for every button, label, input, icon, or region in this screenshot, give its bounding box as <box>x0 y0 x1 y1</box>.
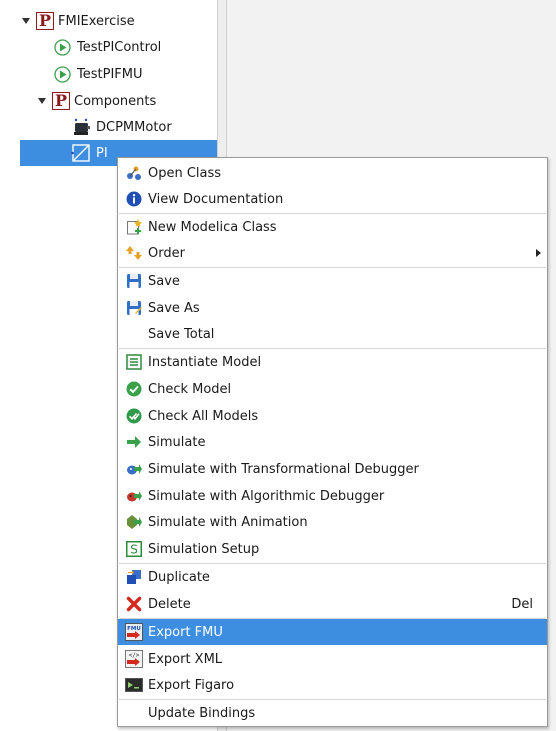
menu-item-instantiate-model[interactable]: Instantiate Model <box>118 349 547 375</box>
export-figaro-icon <box>125 676 143 694</box>
instantiate-icon <box>125 353 143 371</box>
menu-item-export-fmu[interactable]: FMU Export FMU <box>118 619 547 645</box>
menu-item-export-xml[interactable]: </> Export XML <box>118 646 547 672</box>
tree-item-components[interactable]: P Components <box>38 88 156 114</box>
export-fmu-icon: FMU <box>125 623 143 641</box>
model-play-icon <box>54 38 71 56</box>
order-icon <box>125 244 143 262</box>
open-class-icon <box>125 164 143 182</box>
menu-item-order[interactable]: Order <box>118 240 547 266</box>
transformational-debugger-icon <box>125 460 143 478</box>
menu-item-duplicate[interactable]: Duplicate <box>118 564 547 590</box>
menu-item-simulate[interactable]: Simulate <box>118 429 547 455</box>
menu-item-export-figaro[interactable]: Export Figaro <box>118 672 547 698</box>
menu-item-view-documentation[interactable]: View Documentation <box>118 186 547 212</box>
tree-item-testpifmu[interactable]: TestPIFMU <box>54 61 142 87</box>
menu-item-simulate-with-animation[interactable]: Simulate with Animation <box>118 509 547 535</box>
svg-text:</>: </> <box>129 652 140 659</box>
algorithmic-debugger-icon <box>125 487 143 505</box>
expand-arrow-icon[interactable] <box>38 98 46 104</box>
delete-x-icon <box>125 595 143 613</box>
motor-icon <box>74 118 90 135</box>
block-icon <box>71 144 90 162</box>
menu-item-save-total[interactable]: Save Total <box>118 321 547 347</box>
menu-item-delete[interactable]: Delete Del <box>118 591 547 617</box>
animation-icon <box>125 513 143 531</box>
menu-item-check-all-models[interactable]: Check All Models <box>118 403 547 429</box>
submenu-arrow-icon <box>536 249 541 257</box>
svg-text:S: S <box>130 543 138 557</box>
menu-item-check-model[interactable]: Check Model <box>118 376 547 402</box>
export-xml-icon: </> <box>125 650 143 668</box>
check-all-icon <box>125 407 143 425</box>
save-icon <box>125 272 143 290</box>
simulate-arrow-icon <box>125 433 143 451</box>
model-play-icon <box>54 65 71 83</box>
save-as-icon <box>125 299 143 317</box>
menu-item-simulate-algorithmic-debugger[interactable]: Simulate with Algorithmic Debugger <box>118 483 547 509</box>
simulation-setup-icon: S <box>125 540 143 558</box>
menu-item-update-bindings[interactable]: Update Bindings <box>118 700 547 726</box>
package-icon: P <box>36 12 54 30</box>
info-icon <box>125 190 143 208</box>
menu-item-open-class[interactable]: Open Class <box>118 160 547 186</box>
shortcut-label: Del <box>511 596 533 612</box>
menu-item-save-as[interactable]: Save As <box>118 295 547 321</box>
context-menu: Open Class View Documentation New Modeli… <box>117 157 548 727</box>
menu-item-new-modelica-class[interactable]: New Modelica Class <box>118 214 547 240</box>
package-icon: P <box>52 92 70 110</box>
menu-item-simulation-setup[interactable]: S Simulation Setup <box>118 536 547 562</box>
duplicate-icon <box>125 568 143 586</box>
tree-item-fmiexercise[interactable]: P FMIExercise <box>22 8 135 34</box>
menu-item-save[interactable]: Save <box>118 268 547 294</box>
tree-item-testpicontrol[interactable]: TestPIControl <box>54 34 161 60</box>
check-icon <box>125 380 143 398</box>
svg-text:FMU: FMU <box>127 626 141 632</box>
new-file-icon <box>125 218 143 236</box>
tree-item-dcpmmotor[interactable]: DCPMMotor <box>72 114 172 140</box>
menu-item-simulate-transformational-debugger[interactable]: Simulate with Transformational Debugger <box>118 456 547 482</box>
expand-arrow-icon[interactable] <box>22 18 30 24</box>
